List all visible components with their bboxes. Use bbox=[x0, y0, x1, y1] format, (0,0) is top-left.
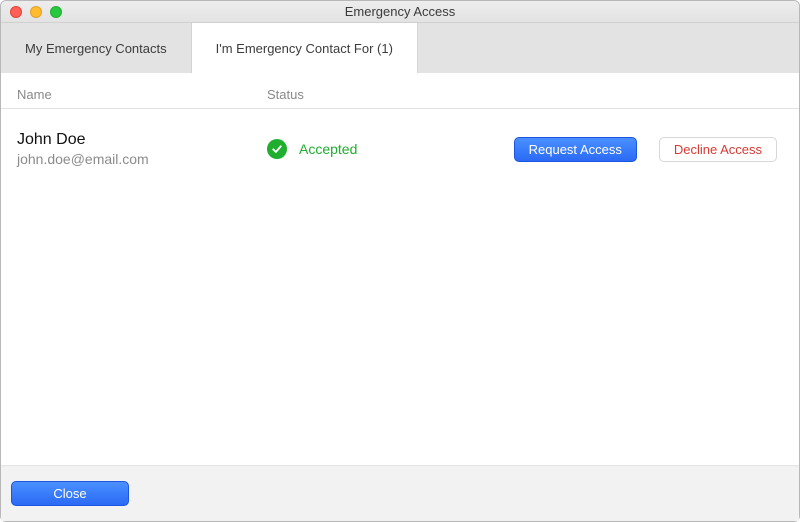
close-window-icon[interactable] bbox=[10, 6, 22, 18]
tab-im-emergency-contact-for[interactable]: I'm Emergency Contact For (1) bbox=[192, 23, 418, 73]
status-label: Accepted bbox=[299, 141, 357, 157]
column-header-status: Status bbox=[267, 87, 447, 102]
tab-my-emergency-contacts[interactable]: My Emergency Contacts bbox=[1, 23, 192, 73]
contact-status: Accepted bbox=[267, 139, 447, 159]
emergency-access-window: Emergency Access My Emergency Contacts I… bbox=[0, 0, 800, 522]
window-title: Emergency Access bbox=[1, 4, 799, 19]
window-controls bbox=[1, 6, 62, 18]
titlebar: Emergency Access bbox=[1, 1, 799, 23]
column-headers: Name Status bbox=[1, 73, 799, 109]
minimize-window-icon[interactable] bbox=[30, 6, 42, 18]
tab-label: I'm Emergency Contact For (1) bbox=[216, 41, 393, 56]
contact-email: john.doe@email.com bbox=[17, 151, 267, 167]
tab-label: My Emergency Contacts bbox=[25, 41, 167, 56]
tab-bar: My Emergency Contacts I'm Emergency Cont… bbox=[1, 23, 799, 73]
contact-row: John Doe john.doe@email.com Accepted Req… bbox=[1, 109, 799, 189]
contact-actions: Request Access Decline Access bbox=[447, 137, 783, 162]
footer: Close bbox=[1, 465, 799, 521]
zoom-window-icon[interactable] bbox=[50, 6, 62, 18]
contact-identity: John Doe john.doe@email.com bbox=[17, 131, 267, 167]
check-circle-icon bbox=[267, 139, 287, 159]
contact-name: John Doe bbox=[17, 131, 267, 149]
column-header-name: Name bbox=[17, 87, 267, 102]
decline-access-button[interactable]: Decline Access bbox=[659, 137, 777, 162]
request-access-button[interactable]: Request Access bbox=[514, 137, 637, 162]
column-header-actions bbox=[447, 87, 783, 102]
close-button[interactable]: Close bbox=[11, 481, 129, 506]
content-area: Name Status John Doe john.doe@email.com … bbox=[1, 73, 799, 465]
